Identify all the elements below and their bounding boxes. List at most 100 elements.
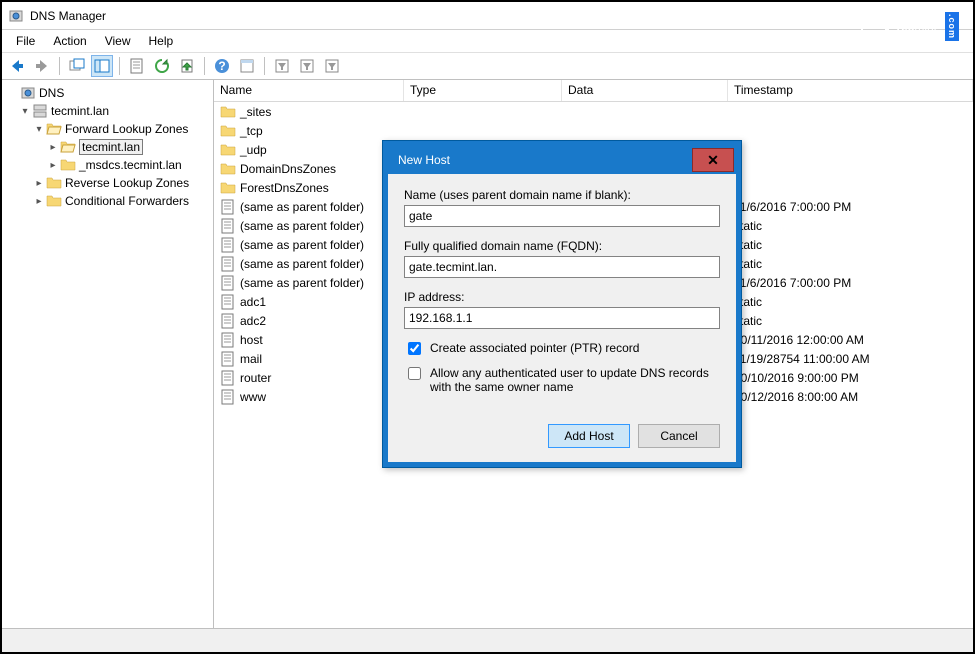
- folder-open-icon: [60, 139, 76, 155]
- record-timestamp: 11/19/28754 11:00:00 AM: [728, 352, 973, 366]
- forward-button[interactable]: [31, 55, 53, 77]
- close-button[interactable]: ✕: [692, 148, 734, 172]
- record-timestamp: static: [728, 295, 973, 309]
- record-row[interactable]: _tcp: [214, 121, 973, 140]
- page-icon: [220, 370, 236, 386]
- show-hide-tree-button[interactable]: [91, 55, 113, 77]
- fqdn-label: Fully qualified domain name (FQDN):: [404, 239, 720, 253]
- page-icon: [220, 332, 236, 348]
- record-name: mail: [240, 352, 262, 366]
- allow-update-checkbox-row[interactable]: Allow any authenticated user to update D…: [404, 366, 720, 394]
- name-label: Name (uses parent domain name if blank):: [404, 188, 720, 202]
- toolbar: [2, 52, 973, 80]
- page-icon: [220, 218, 236, 234]
- record-name: (same as parent folder): [240, 219, 364, 233]
- folder-icon: [220, 123, 236, 139]
- record-timestamp: static: [728, 219, 973, 233]
- page-icon: [220, 237, 236, 253]
- statusbar: [2, 628, 973, 652]
- record-name: _udp: [240, 143, 267, 157]
- new-host-dialog: New Host ✕ Name (uses parent domain name…: [382, 140, 742, 468]
- ptr-checkbox[interactable]: [408, 342, 421, 355]
- folder-icon: [60, 157, 76, 173]
- help-button[interactable]: [211, 55, 233, 77]
- tree-reverse-zones[interactable]: ▸ Reverse Lookup Zones: [4, 174, 211, 192]
- record-name: _tcp: [240, 124, 263, 138]
- column-data[interactable]: Data: [562, 80, 728, 101]
- window-title: DNS Manager: [30, 9, 106, 23]
- folder-icon: [220, 104, 236, 120]
- record-name: ForestDnsZones: [240, 181, 329, 195]
- filter-1-button[interactable]: [271, 55, 293, 77]
- tree-forward-zones[interactable]: ▾ Forward Lookup Zones: [4, 120, 211, 138]
- page-icon: [220, 313, 236, 329]
- record-name: adc2: [240, 314, 266, 328]
- page-icon: [220, 256, 236, 272]
- new-record-button[interactable]: [126, 55, 148, 77]
- menu-action[interactable]: Action: [45, 32, 94, 50]
- record-row[interactable]: _sites: [214, 102, 973, 121]
- tree-server[interactable]: ▾ tecmint.lan: [4, 102, 211, 120]
- dialog-titlebar[interactable]: New Host ✕: [388, 146, 736, 174]
- tree-root-dns[interactable]: DNS: [4, 84, 211, 102]
- record-name: (same as parent folder): [240, 200, 364, 214]
- ptr-checkbox-row[interactable]: Create associated pointer (PTR) record: [404, 341, 720, 358]
- page-icon: [220, 275, 236, 291]
- export-button[interactable]: [176, 55, 198, 77]
- refresh-button[interactable]: [151, 55, 173, 77]
- allow-update-checkbox[interactable]: [408, 367, 421, 380]
- record-name: (same as parent folder): [240, 257, 364, 271]
- ptr-checkbox-label: Create associated pointer (PTR) record: [430, 341, 639, 355]
- record-name: adc1: [240, 295, 266, 309]
- menu-help[interactable]: Help: [141, 32, 182, 50]
- menu-file[interactable]: File: [8, 32, 43, 50]
- fqdn-input: [404, 256, 720, 278]
- app-icon: [8, 8, 24, 24]
- dialog-title: New Host: [398, 153, 450, 167]
- add-server-button[interactable]: [66, 55, 88, 77]
- window-titlebar: DNS Manager: [2, 2, 973, 30]
- tree-zone-tecmint[interactable]: ▸ tecmint.lan: [4, 138, 211, 156]
- record-timestamp: 10/12/2016 8:00:00 AM: [728, 390, 973, 404]
- folder-open-icon: [46, 121, 62, 137]
- dns-icon: [20, 85, 36, 101]
- column-type[interactable]: Type: [404, 80, 562, 101]
- allow-update-checkbox-label: Allow any authenticated user to update D…: [430, 366, 720, 394]
- folder-icon: [46, 193, 62, 209]
- folder-icon: [46, 175, 62, 191]
- tree-pane[interactable]: DNS ▾ tecmint.lan ▾ Forward Lookup Zones…: [2, 80, 214, 628]
- properties-button[interactable]: [236, 55, 258, 77]
- record-timestamp: 11/6/2016 7:00:00 PM: [728, 200, 973, 214]
- ip-label: IP address:: [404, 290, 720, 304]
- menu-view[interactable]: View: [97, 32, 139, 50]
- page-icon: [220, 199, 236, 215]
- tree-zone-msdcs[interactable]: ▸ _msdcs.tecmint.lan: [4, 156, 211, 174]
- add-host-button[interactable]: Add Host: [548, 424, 630, 448]
- record-name: DomainDnsZones: [240, 162, 336, 176]
- record-timestamp: static: [728, 238, 973, 252]
- record-timestamp: 10/10/2016 9:00:00 PM: [728, 371, 973, 385]
- folder-icon: [220, 142, 236, 158]
- page-icon: [220, 294, 236, 310]
- record-timestamp: static: [728, 257, 973, 271]
- record-timestamp: 11/6/2016 7:00:00 PM: [728, 276, 973, 290]
- record-name: router: [240, 371, 271, 385]
- folder-icon: [220, 161, 236, 177]
- filter-3-button[interactable]: [321, 55, 343, 77]
- filter-2-button[interactable]: [296, 55, 318, 77]
- record-timestamp: static: [728, 314, 973, 328]
- ip-input[interactable]: [404, 307, 720, 329]
- record-name: (same as parent folder): [240, 276, 364, 290]
- tree-conditional-forwarders[interactable]: ▸ Conditional Forwarders: [4, 192, 211, 210]
- folder-icon: [220, 180, 236, 196]
- back-button[interactable]: [6, 55, 28, 77]
- menubar: File Action View Help: [2, 30, 973, 52]
- column-name[interactable]: Name: [214, 80, 404, 101]
- server-icon: [32, 103, 48, 119]
- cancel-button[interactable]: Cancel: [638, 424, 720, 448]
- record-name: _sites: [240, 105, 271, 119]
- record-name: (same as parent folder): [240, 238, 364, 252]
- name-input[interactable]: [404, 205, 720, 227]
- list-header: Name Type Data Timestamp: [214, 80, 973, 102]
- column-timestamp[interactable]: Timestamp: [728, 80, 973, 101]
